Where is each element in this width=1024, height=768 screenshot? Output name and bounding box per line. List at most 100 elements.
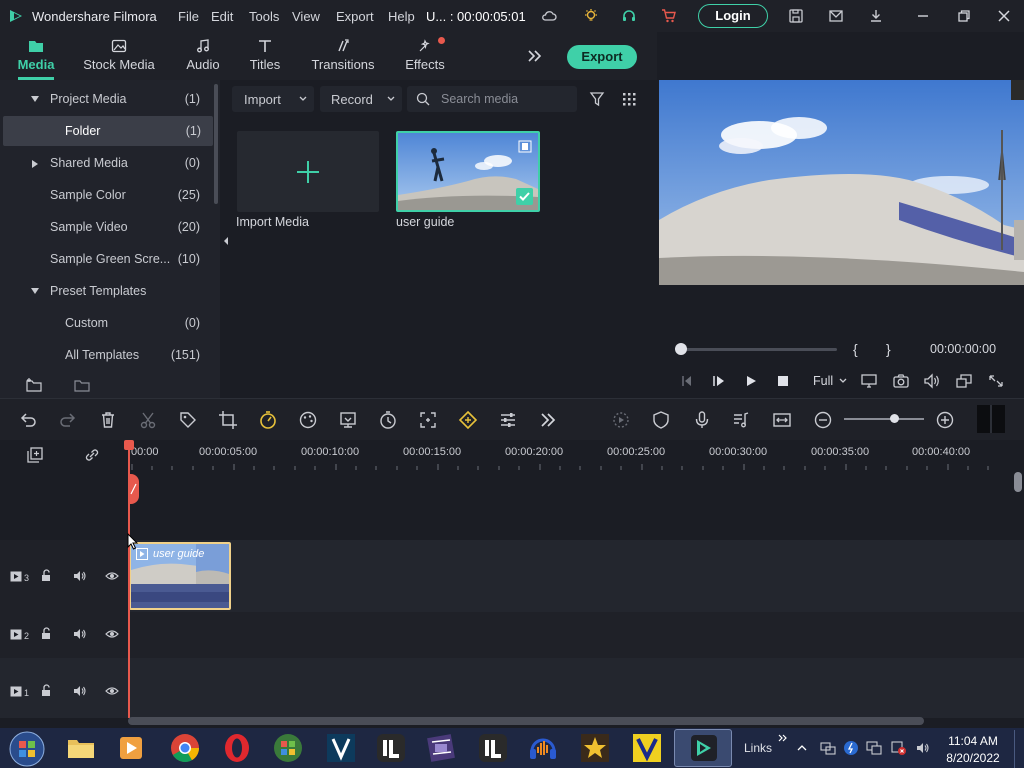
sidebar-item-folder[interactable]: Folder (1) [3, 116, 213, 146]
filter-icon[interactable] [589, 91, 605, 107]
taskbar-clock[interactable]: 11:04 AM 8/20/2022 [938, 733, 1008, 767]
windows-logo-icon[interactable] [271, 731, 305, 765]
keyframe-icon[interactable] [458, 410, 478, 430]
undo-icon[interactable] [18, 410, 38, 430]
speaker-icon[interactable] [73, 685, 87, 697]
voiceover-music-icon[interactable] [731, 410, 751, 430]
sidebar-item-sample-green-screen[interactable]: Sample Green Scre... (10) [0, 244, 212, 274]
double-chevron-icon[interactable] [778, 734, 788, 742]
more-tools-icon[interactable] [538, 410, 558, 430]
lock-icon[interactable] [41, 627, 53, 640]
lightbulb-icon[interactable] [583, 8, 599, 24]
grid-view-icon[interactable] [621, 91, 637, 107]
links-toolbar-label[interactable]: Links [744, 741, 772, 755]
speaker-icon[interactable] [73, 628, 87, 640]
camera-icon[interactable] [892, 373, 910, 389]
lock-icon[interactable] [41, 569, 53, 582]
microphone-icon[interactable] [692, 410, 712, 430]
audacity-icon[interactable] [526, 731, 560, 765]
sidebar-item-custom[interactable]: Custom (0) [0, 308, 212, 338]
crop-ratio-icon[interactable] [955, 373, 973, 389]
zoom-slider[interactable] [844, 418, 924, 420]
menu-tools[interactable]: Tools [249, 9, 279, 24]
play-icon[interactable] [744, 374, 758, 388]
quality-dropdown[interactable]: Full [813, 374, 833, 388]
show-desktop-button[interactable] [1014, 730, 1024, 768]
taskbar-filmora-active[interactable] [674, 729, 732, 767]
speaker-icon[interactable] [73, 570, 87, 582]
show-hidden-icons-icon[interactable] [797, 744, 807, 752]
menu-view[interactable]: View [292, 9, 320, 24]
link-icon[interactable] [82, 446, 102, 464]
app-il-icon[interactable] [476, 731, 510, 765]
speaker-tray-icon[interactable] [915, 740, 931, 756]
lock-icon[interactable] [41, 684, 53, 697]
new-folder-icon[interactable] [25, 377, 43, 393]
menu-file[interactable]: File [178, 9, 199, 24]
sidebar-scrollbar[interactable] [214, 84, 218, 204]
layout-toggle[interactable] [977, 405, 1005, 433]
minimize-icon[interactable] [915, 8, 931, 24]
redo-icon[interactable] [58, 410, 78, 430]
star-app-icon[interactable] [578, 731, 612, 765]
video-track-1[interactable] [0, 658, 1024, 718]
timer-icon[interactable] [378, 410, 398, 430]
app-il-icon[interactable] [374, 731, 408, 765]
export-button[interactable]: Export [567, 45, 637, 69]
sidebar-item-sample-color[interactable]: Sample Color (25) [0, 180, 212, 210]
fullscreen-icon[interactable] [987, 373, 1005, 389]
stop-icon[interactable] [776, 374, 790, 388]
shield-icon[interactable] [651, 410, 671, 430]
tab-audio[interactable]: Audio [180, 32, 226, 80]
folder-icon[interactable] [73, 377, 91, 393]
scissors-icon[interactable] [138, 410, 158, 430]
windows-start-icon[interactable] [8, 730, 46, 768]
flag-alert-icon[interactable] [891, 740, 907, 756]
preview-seek-bar[interactable] [681, 348, 837, 351]
render-icon[interactable] [611, 410, 631, 430]
tab-transitions[interactable]: Transitions [308, 32, 378, 80]
mail-icon[interactable] [828, 8, 844, 24]
display-monitor-icon[interactable] [866, 740, 882, 756]
save-icon[interactable] [788, 8, 804, 24]
volume-icon[interactable] [923, 373, 941, 389]
film-reel-icon[interactable] [424, 731, 458, 765]
chevron-double-right-icon[interactable] [526, 48, 544, 64]
sidebar-item-preset-templates[interactable]: Preset Templates [0, 276, 212, 306]
sidebar-item-sample-video[interactable]: Sample Video (20) [0, 212, 212, 242]
mark-in-bracket[interactable]: { [853, 341, 858, 357]
search-input[interactable]: Search media [407, 86, 577, 112]
seek-handle[interactable] [675, 343, 687, 355]
fit-timeline-icon[interactable] [772, 410, 792, 430]
media-player-icon[interactable] [114, 731, 148, 765]
eye-icon[interactable] [105, 629, 119, 639]
menu-export[interactable]: Export [336, 9, 374, 24]
cart-icon[interactable] [661, 8, 677, 24]
network-icon[interactable] [820, 740, 836, 756]
cloud-icon[interactable] [541, 8, 557, 24]
play-frame-icon[interactable] [712, 374, 726, 388]
delete-icon[interactable] [98, 410, 118, 430]
login-button[interactable]: Login [698, 4, 768, 28]
display-icon[interactable] [860, 373, 878, 389]
zoom-out-icon[interactable] [813, 410, 833, 430]
media-thumbnail-user-guide[interactable] [396, 131, 540, 212]
video-track-2[interactable] [0, 612, 1024, 658]
playhead-split-marker[interactable] [128, 474, 139, 504]
sidebar-item-shared-media[interactable]: Shared Media (0) [0, 148, 212, 178]
menu-edit[interactable]: Edit [211, 9, 233, 24]
file-explorer-icon[interactable] [64, 731, 98, 765]
stabilize-icon[interactable] [338, 410, 358, 430]
add-track-icon[interactable] [25, 446, 45, 464]
zoom-slider-handle[interactable] [890, 414, 899, 423]
timeline-empty-track[interactable] [0, 470, 1024, 540]
opera-icon[interactable] [220, 731, 254, 765]
eye-icon[interactable] [105, 686, 119, 696]
timeline-vertical-scrollbar[interactable] [1014, 472, 1022, 492]
tab-titles[interactable]: Titles [244, 32, 286, 80]
timeline-clip-user-guide[interactable]: user guide [129, 542, 231, 610]
restore-icon[interactable] [956, 8, 972, 24]
tab-media[interactable]: Media [10, 32, 62, 80]
download-icon[interactable] [868, 8, 884, 24]
step-back-icon[interactable] [680, 374, 694, 388]
